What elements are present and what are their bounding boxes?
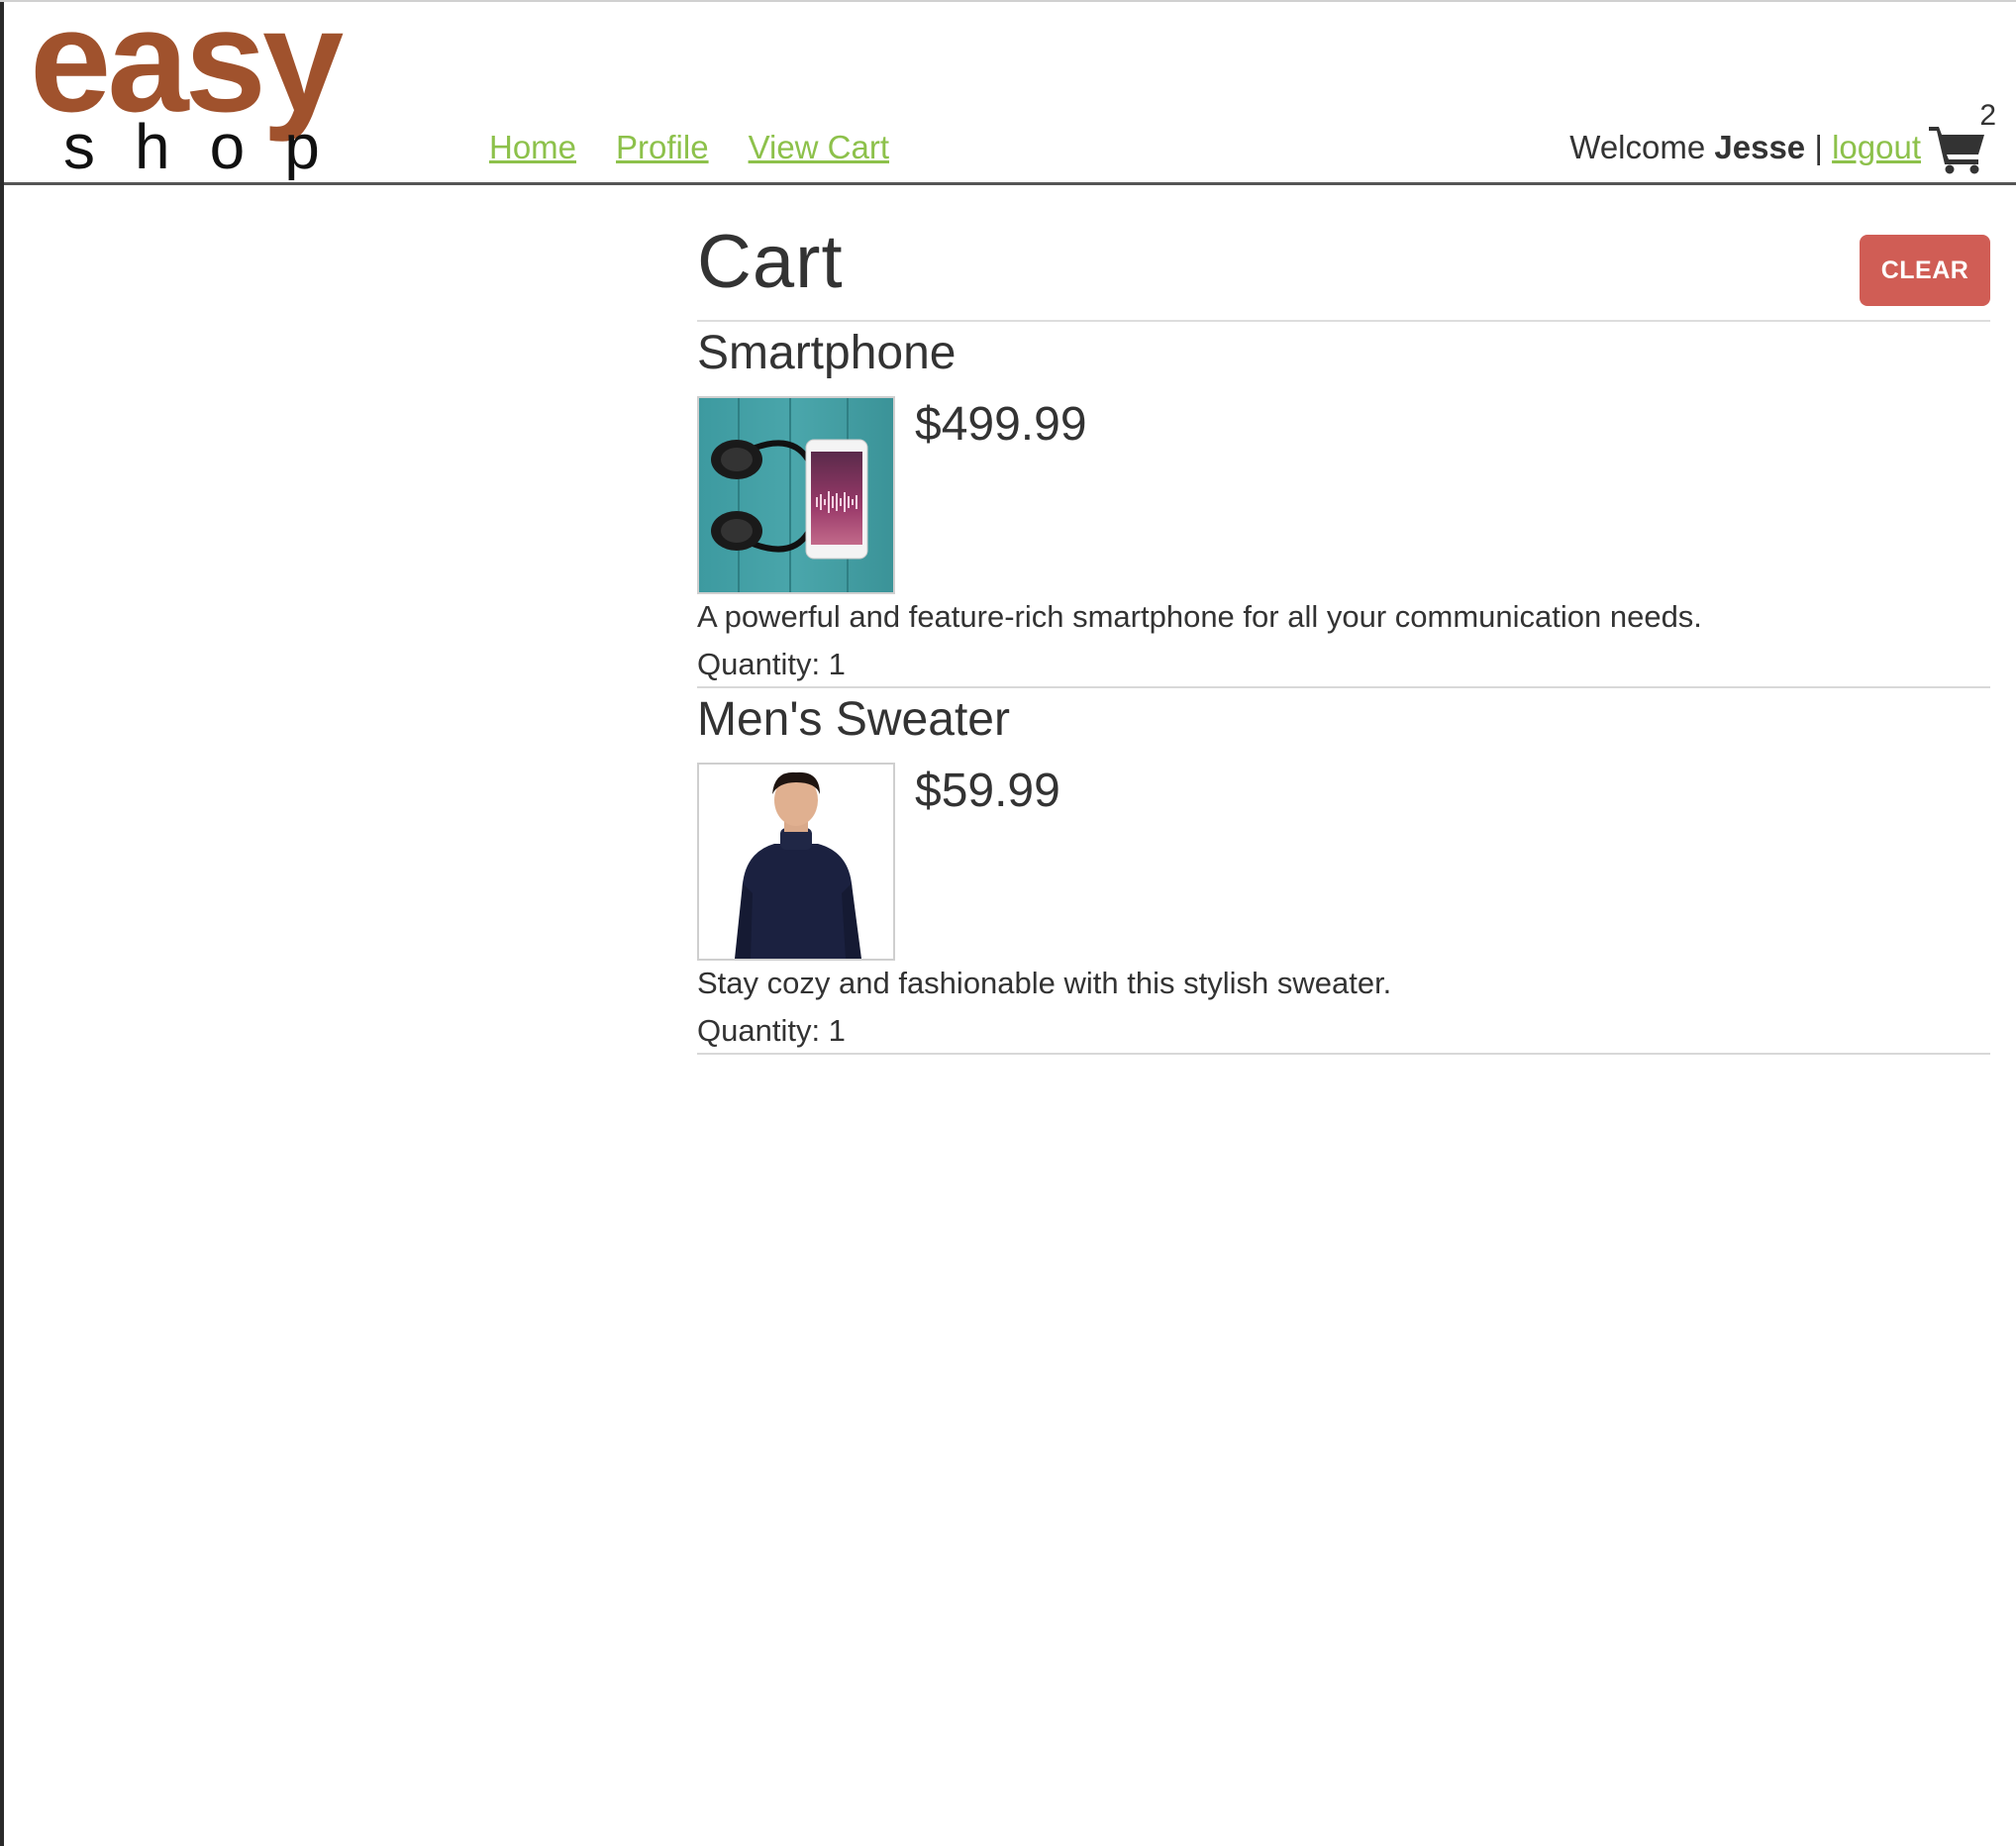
item-price: $59.99 <box>915 765 1060 817</box>
cart-item: Smartphone $499.99 A powerful and featur… <box>697 322 1990 688</box>
item-image-smartphone[interactable] <box>697 396 895 594</box>
page-title: Cart <box>697 220 844 304</box>
item-name: Men's Sweater <box>697 693 1010 746</box>
item-quantity: Quantity: 1 <box>697 647 846 681</box>
cart-page: Cart CLEAR Smartphone $499.99 A powerful… <box>697 185 1990 1055</box>
welcome-text: Welcome <box>1569 129 1706 165</box>
item-image-sweater[interactable] <box>697 763 895 961</box>
user-greeting: Welcome Jesse | logout <box>1569 129 1921 166</box>
site-header: easy shop Home Profile View Cart Welcome… <box>4 2 2016 185</box>
nav-profile-link[interactable]: Profile <box>616 129 709 166</box>
clear-cart-button[interactable]: CLEAR <box>1860 235 1990 306</box>
main-nav: Home Profile View Cart <box>489 129 889 166</box>
item-description: A powerful and feature-rich smartphone f… <box>697 599 1702 634</box>
logo-graphic: easy shop <box>30 2 359 180</box>
logout-link[interactable]: logout <box>1832 129 1921 165</box>
window-left-edge <box>0 0 4 1846</box>
shopping-cart-icon[interactable] <box>1929 123 1986 174</box>
user-name: Jesse <box>1714 129 1806 165</box>
cart-title-row: Cart CLEAR <box>697 185 1990 322</box>
logo-text-bottom: shop <box>63 111 359 180</box>
separator: | <box>1814 129 1823 165</box>
item-quantity: Quantity: 1 <box>697 1013 846 1048</box>
nav-home-link[interactable]: Home <box>489 129 576 166</box>
cart-item: Men's Sweater $59.99 Stay cozy and fashi… <box>697 688 1990 1055</box>
item-name: Smartphone <box>697 327 957 379</box>
item-description: Stay cozy and fashionable with this styl… <box>697 966 1392 1000</box>
easy-shop-logo[interactable]: easy shop <box>30 2 465 180</box>
item-price: $499.99 <box>915 398 1087 451</box>
nav-view-cart-link[interactable]: View Cart <box>749 129 889 166</box>
